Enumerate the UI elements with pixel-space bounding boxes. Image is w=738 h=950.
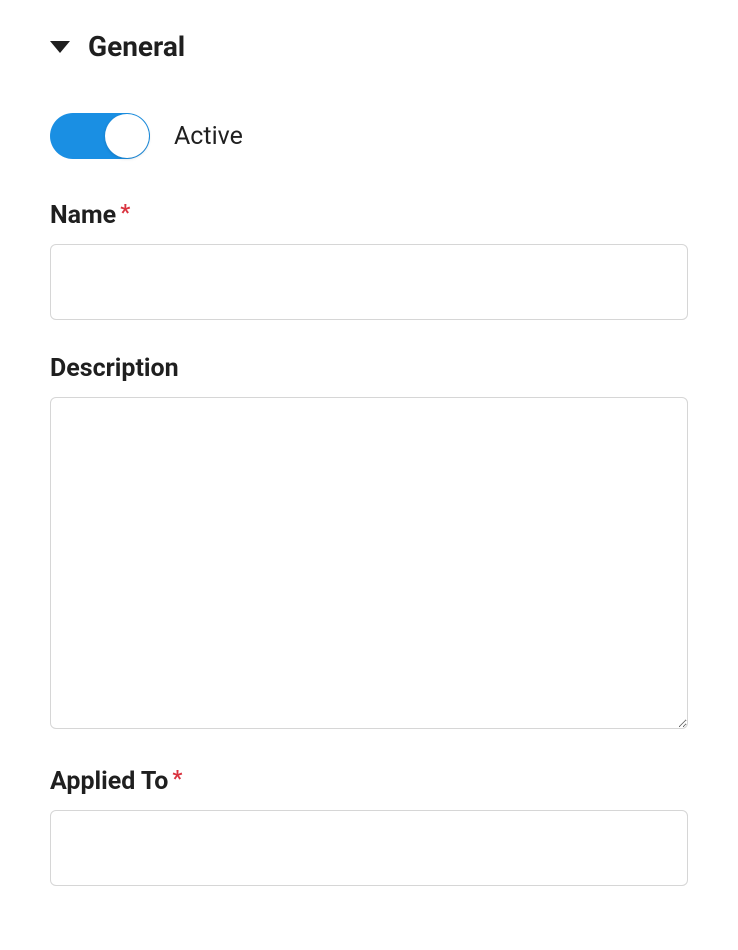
caret-down-icon: [50, 41, 70, 53]
active-toggle-label: Active: [174, 122, 243, 151]
section-header-general[interactable]: General: [50, 30, 688, 63]
required-marker: *: [120, 201, 130, 226]
applied-to-label: Applied To*: [50, 767, 688, 796]
toggle-knob: [105, 114, 149, 158]
description-textarea[interactable]: [50, 397, 688, 729]
applied-to-label-text: Applied To: [50, 767, 168, 796]
name-input[interactable]: [50, 244, 688, 320]
applied-to-input[interactable]: [50, 810, 688, 886]
name-label: Name*: [50, 201, 688, 230]
required-marker: *: [172, 767, 182, 792]
section-title: General: [88, 30, 185, 63]
description-label: Description: [50, 354, 688, 383]
active-toggle[interactable]: [50, 113, 150, 159]
name-label-text: Name: [50, 201, 116, 230]
